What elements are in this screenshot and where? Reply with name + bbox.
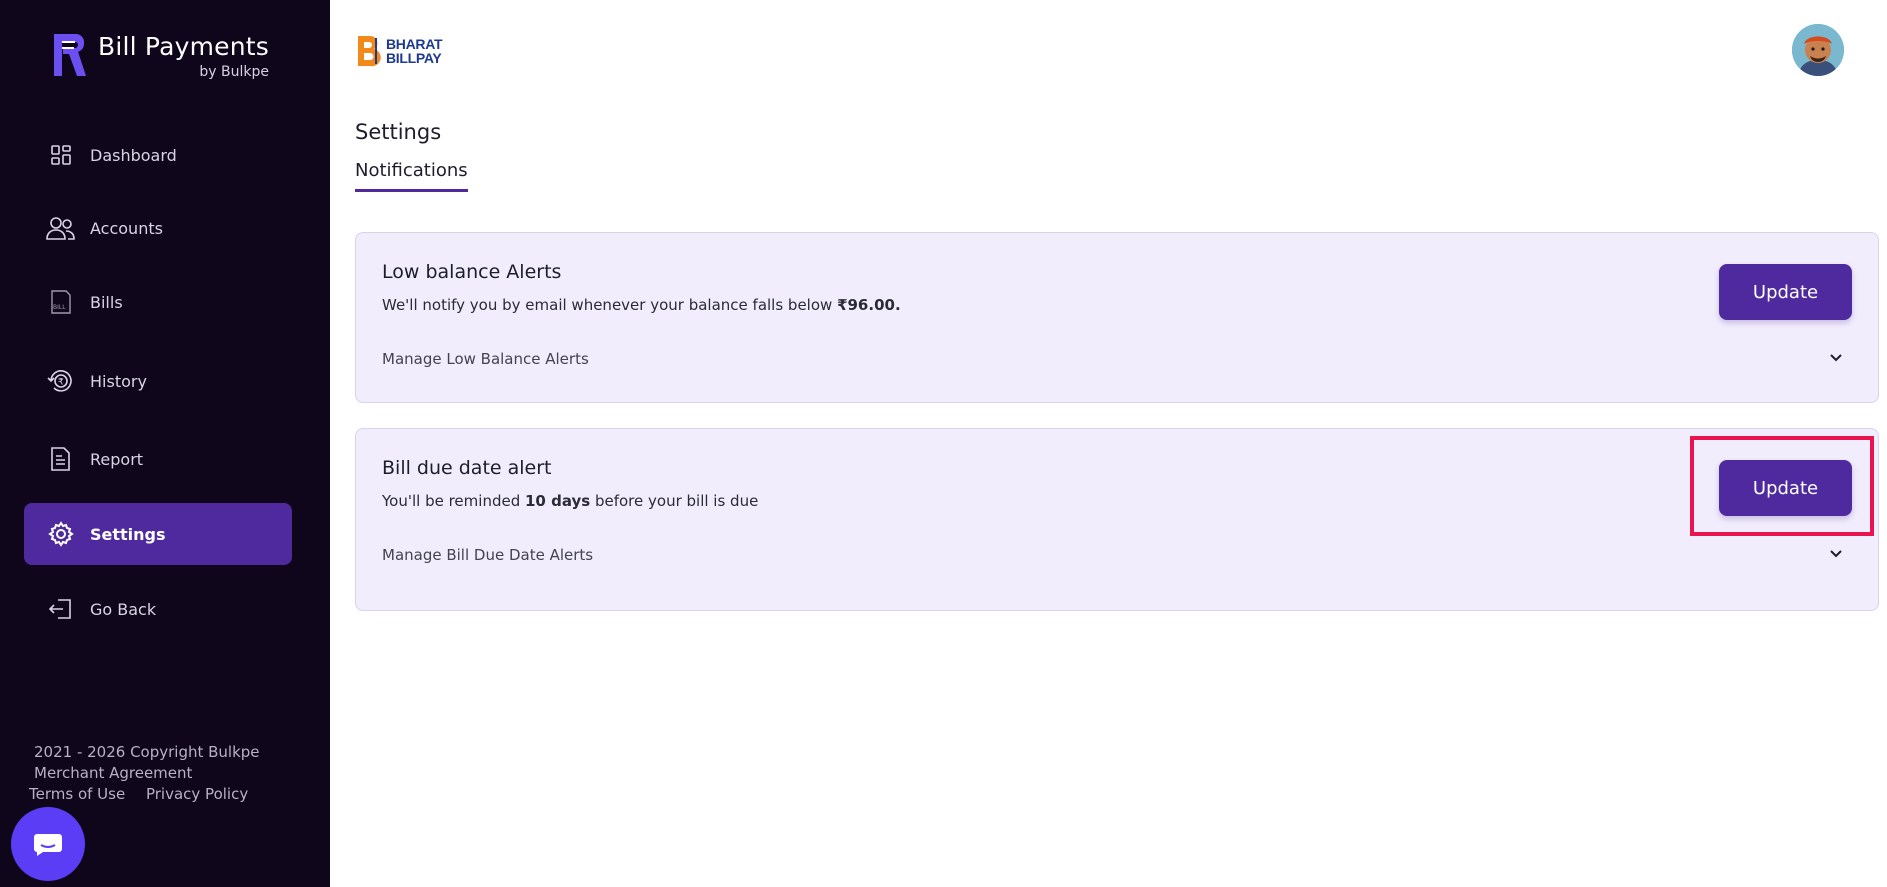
chat-bubble-icon: [34, 834, 62, 856]
bill-due-date-alert-card: Bill due date alert You'll be reminded 1…: [355, 428, 1879, 611]
logo-line-2: BILLPAY: [386, 50, 442, 66]
highlight-box: [1690, 436, 1874, 536]
manage-low-balance-alerts-toggle[interactable]: Manage Low Balance Alerts: [382, 350, 589, 368]
description-suffix: before your bill is due: [590, 492, 759, 510]
privacy-policy-link[interactable]: Privacy Policy: [146, 785, 248, 803]
svg-text:BILL: BILL: [53, 304, 66, 311]
reminder-days-value: 10 days: [525, 492, 591, 510]
sidebar-item-report[interactable]: Report: [24, 428, 292, 490]
tab-notifications[interactable]: Notifications: [355, 160, 468, 192]
chevron-down-icon[interactable]: [1828, 546, 1844, 562]
bharat-billpay-mark-icon: [358, 35, 381, 67]
balance-threshold-value: ₹96.00.: [837, 296, 901, 314]
sidebar-item-go-back[interactable]: Go Back: [24, 578, 292, 640]
sidebar-item-label: Accounts: [90, 218, 163, 238]
brand[interactable]: Bill Payments by Bulkpe: [48, 32, 269, 80]
bill-icon: BILL: [46, 287, 76, 317]
description-text: You'll be reminded: [382, 492, 525, 510]
sidebar-item-label: History: [90, 371, 147, 391]
sidebar-item-label: Report: [90, 449, 144, 469]
logo-line-1: BHARAT: [386, 36, 443, 52]
update-low-balance-button[interactable]: Update: [1719, 264, 1852, 320]
sidebar-item-label: Go Back: [90, 599, 157, 619]
sidebar-item-history[interactable]: ₹ History: [24, 350, 292, 412]
history-icon: ₹: [46, 366, 76, 396]
sidebar-item-label: Bills: [90, 292, 123, 312]
low-balance-alert-card: Low balance Alerts We'll notify you by e…: [355, 232, 1879, 403]
terms-of-use-link[interactable]: Terms of Use: [29, 785, 125, 803]
gear-icon: [46, 519, 76, 549]
sidebar: Bill Payments by Bulkpe Dashboard Accoun…: [0, 0, 330, 887]
manage-bill-due-date-alerts-toggle[interactable]: Manage Bill Due Date Alerts: [382, 546, 593, 564]
card-title: Bill due date alert: [382, 457, 552, 479]
users-icon: [46, 213, 76, 243]
chat-support-button[interactable]: [11, 807, 85, 881]
sidebar-item-bills[interactable]: BILL Bills: [24, 271, 292, 333]
description-text: We'll notify you by email whenever your …: [382, 296, 838, 314]
sidebar-item-label: Settings: [90, 524, 166, 544]
sidebar-footer: 2021 - 2026 Copyright Bulkpe Merchant Ag…: [29, 742, 264, 805]
sidebar-item-dashboard[interactable]: Dashboard: [24, 124, 292, 186]
chevron-down-icon[interactable]: [1828, 350, 1844, 366]
copyright-text: 2021 - 2026 Copyright Bulkpe: [34, 743, 260, 761]
card-title: Low balance Alerts: [382, 261, 562, 283]
sidebar-item-label: Dashboard: [90, 145, 177, 165]
user-avatar-icon: [1792, 24, 1844, 76]
card-description: We'll notify you by email whenever your …: [382, 296, 901, 314]
merchant-agreement-link[interactable]: Merchant Agreement: [34, 763, 264, 784]
svg-text:₹: ₹: [58, 378, 64, 388]
dashboard-grid-icon: [46, 140, 76, 170]
brand-title: Bill Payments: [98, 32, 270, 61]
bharat-billpay-logo[interactable]: BHARAT BILLPAY: [356, 34, 443, 68]
exit-icon: [46, 594, 76, 624]
page-title: Settings: [355, 120, 442, 144]
brand-subtitle: by Bulkpe: [199, 64, 270, 80]
bulkpe-logo-icon: [54, 34, 86, 76]
card-description: You'll be reminded 10 days before your b…: [382, 492, 758, 510]
avatar[interactable]: [1792, 24, 1844, 76]
report-icon: [46, 444, 76, 474]
sidebar-item-accounts[interactable]: Accounts: [24, 197, 292, 259]
sidebar-item-settings[interactable]: Settings: [24, 503, 292, 565]
